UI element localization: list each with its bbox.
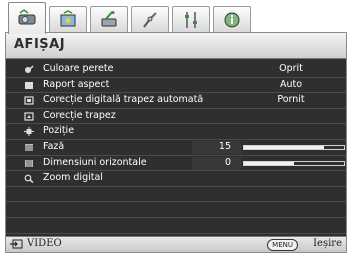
- current-source: VIDEO: [27, 238, 62, 249]
- phase-value-box: [192, 140, 241, 154]
- keystone-icon: [24, 112, 34, 121]
- menu-item-value: Oprit: [279, 63, 303, 74]
- tab-information[interactable]: [213, 6, 251, 33]
- digital-zoom-icon: [24, 174, 34, 184]
- aspect-ratio-icon: [25, 81, 33, 89]
- menu-key-badge: MENU: [267, 239, 298, 251]
- position-icon: [24, 127, 34, 137]
- menu-item-wall-color[interactable]: Culoare perete Oprit: [6, 62, 346, 78]
- phase-slider[interactable]: [243, 144, 345, 150]
- menu-item-value: Pornit: [277, 94, 305, 106]
- menu-item-label: Zoom digital: [43, 172, 103, 184]
- menu-item-label: Fază: [43, 140, 65, 152]
- system-setup-icon: [101, 11, 117, 27]
- advanced-system-icon: [185, 12, 197, 28]
- menu-item-aspect-ratio[interactable]: Raport aspect Auto: [6, 78, 346, 94]
- h-size-icon: [25, 159, 33, 167]
- tab-bar: [5, 2, 347, 34]
- menu-item-value: Auto: [279, 78, 303, 90]
- tab-advanced-system[interactable]: [172, 6, 210, 33]
- empty-row: [6, 218, 346, 234]
- menu-item-label: Dimensiuni orizontale: [43, 156, 147, 168]
- phase-value: 15: [218, 140, 231, 152]
- phase-slider-fill: [244, 145, 324, 149]
- tab-advanced-setup[interactable]: [131, 6, 169, 33]
- menu-item-position[interactable]: Poziție: [6, 124, 346, 140]
- information-icon: [224, 12, 240, 28]
- phase-icon: [25, 143, 33, 151]
- menu-item-label: Raport aspect: [43, 78, 110, 90]
- menu-item-h-size[interactable]: Dimensiuni orizontale 0: [6, 156, 346, 172]
- menu-item-label: Corecție trapez: [43, 109, 116, 121]
- menu-header: AFIȘAJ: [6, 33, 346, 59]
- exit-label[interactable]: Ieșire: [313, 238, 342, 249]
- display-settings-icon: [18, 8, 36, 24]
- empty-row: [6, 187, 346, 203]
- advanced-setup-icon: [143, 12, 157, 28]
- tab-picture[interactable]: [49, 6, 87, 33]
- tab-system-setup[interactable]: [90, 6, 128, 33]
- page-title: AFIȘAJ: [14, 37, 66, 52]
- empty-row: [6, 202, 346, 218]
- menu-footer: VIDEO MENU Ieșire: [6, 236, 346, 252]
- menu-panel: AFIȘAJ Culoare perete Oprit Raport aspec…: [5, 32, 347, 253]
- menu-item-digital-zoom[interactable]: Zoom digital: [6, 171, 346, 187]
- h-size-slider-fill: [244, 161, 294, 165]
- wall-color-icon: [25, 65, 34, 73]
- menu-item-auto-keystone[interactable]: Corecție digitală trapez automată Pornit: [6, 93, 346, 109]
- menu-item-label: Corecție digitală trapez automată: [43, 94, 204, 106]
- tab-display[interactable]: [8, 2, 46, 34]
- menu-item-label: Culoare perete: [43, 63, 114, 74]
- menu-list: Culoare perete Oprit Raport aspect Auto …: [6, 62, 346, 234]
- auto-keystone-icon: [24, 96, 34, 105]
- menu-item-keystone[interactable]: Corecție trapez: [6, 109, 346, 125]
- menu-item-phase[interactable]: Fază 15: [6, 140, 346, 156]
- h-size-value: 0: [224, 156, 231, 168]
- picture-settings-icon: [60, 10, 76, 27]
- source-input-icon: [10, 239, 23, 249]
- menu-item-label: Poziție: [43, 125, 75, 137]
- h-size-slider[interactable]: [243, 160, 345, 166]
- h-size-value-box: [192, 156, 241, 170]
